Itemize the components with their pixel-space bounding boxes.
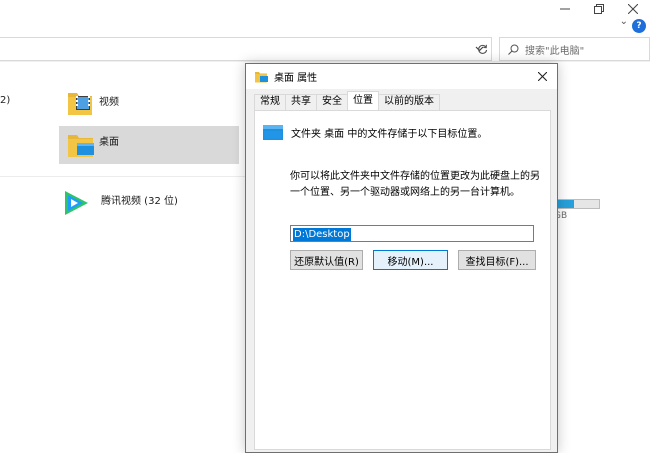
location-heading: 文件夹 桌面 中的文件存储于以下目标位置。	[263, 125, 487, 140]
restore-icon	[594, 4, 604, 14]
minimize-button[interactable]	[548, 0, 582, 18]
location-tab-panel: 文件夹 桌面 中的文件存储于以下目标位置。 你可以将此文件夹中文件存储的位置更改…	[254, 110, 551, 450]
app-item-label: 腾讯视频 (32 位)	[101, 196, 178, 207]
tab-security[interactable]: 安全	[316, 94, 348, 110]
tencent-video-icon	[65, 191, 88, 215]
minimize-icon	[560, 8, 570, 10]
help-icon: ?	[636, 21, 642, 31]
dialog-title: 桌面 属性	[274, 73, 318, 84]
truncated-item-label: 2)	[0, 95, 11, 106]
folder-item-label: 桌面	[99, 137, 119, 148]
location-description: 你可以将此文件夹中文件存储的位置更改为此硬盘上的另一个位置、另一个驱动器或网络上…	[290, 171, 540, 198]
search-field[interactable]: 搜索"此电脑"	[499, 37, 650, 61]
folder-item-label: 视频	[99, 97, 119, 108]
section-divider	[0, 176, 245, 177]
ribbon-collapse-button[interactable]: ⌄	[620, 16, 628, 27]
tab-previous-versions[interactable]: 以前的版本	[378, 94, 440, 110]
search-icon	[508, 44, 519, 55]
desktop-folder-icon	[68, 135, 94, 157]
drive-usage-bar	[553, 199, 600, 209]
refresh-icon	[477, 44, 487, 54]
video-folder-icon	[68, 93, 92, 115]
help-button[interactable]: ?	[632, 19, 646, 33]
address-bar-row: 搜索"此电脑"	[0, 37, 650, 61]
find-target-button[interactable]: 查找目标(F)...	[458, 250, 536, 270]
restore-button[interactable]	[582, 0, 616, 18]
close-icon	[537, 72, 547, 81]
desktop-icon	[263, 125, 283, 140]
dialog-tabs: 常规 共享 安全 位置 以前的版本	[254, 91, 440, 110]
properties-dialog: 桌面 属性 常规 共享 安全 位置 以前的版本 文件夹 桌面 中的文件存储于以下…	[245, 63, 558, 453]
location-buttons: 还原默认值(R) 移动(M)... 查找目标(F)...	[290, 250, 536, 270]
target-path-input[interactable]: D:\Desktop	[290, 225, 534, 242]
desktop-folder-icon	[255, 71, 268, 82]
tab-location[interactable]: 位置	[347, 91, 379, 110]
chevron-down-icon: ⌄	[619, 16, 628, 27]
dialog-close-button[interactable]	[531, 64, 553, 89]
refresh-button[interactable]	[470, 37, 494, 61]
address-bar[interactable]	[0, 37, 492, 61]
address-divider	[0, 61, 650, 62]
move-button[interactable]: 移动(M)...	[373, 250, 448, 270]
close-icon	[628, 4, 638, 14]
restore-default-button[interactable]: 还原默认值(R)	[290, 250, 363, 270]
search-placeholder: 搜索"此电脑"	[525, 45, 585, 57]
location-heading-text: 文件夹 桌面 中的文件存储于以下目标位置。	[291, 129, 488, 140]
dialog-title-bar[interactable]: 桌面 属性	[246, 64, 557, 89]
window-controls	[548, 0, 650, 18]
tab-sharing[interactable]: 共享	[285, 94, 317, 110]
target-path-value: D:\Desktop	[293, 228, 351, 241]
tab-general[interactable]: 常规	[254, 94, 286, 110]
folder-item-desktop[interactable]: 桌面	[59, 126, 239, 164]
